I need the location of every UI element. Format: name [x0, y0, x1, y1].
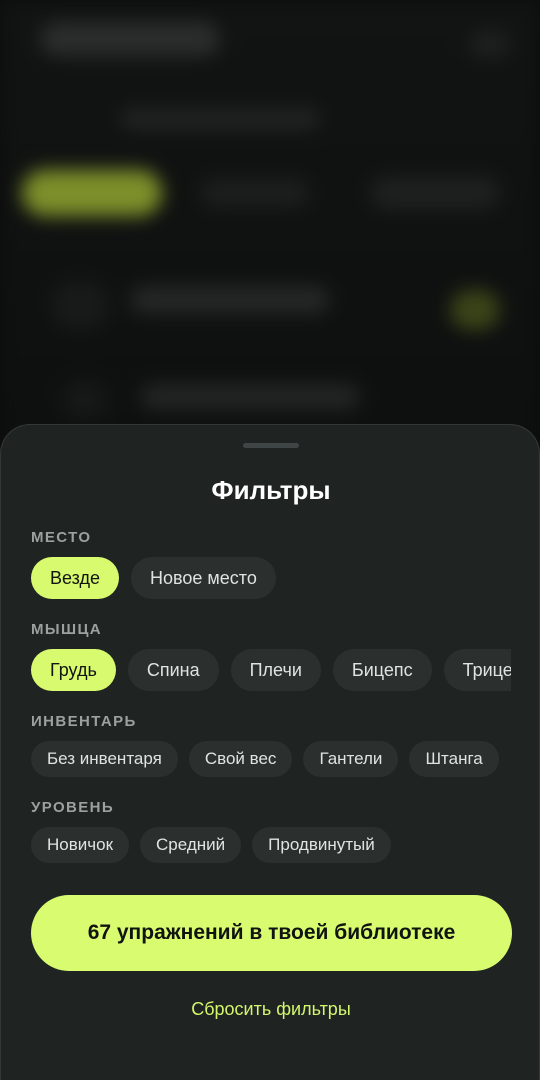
- bg-row-text-placeholder: [140, 384, 360, 410]
- bg-row-text-placeholder: [130, 286, 330, 314]
- chip-muscle-biceps[interactable]: Бицепс: [332, 649, 432, 691]
- bg-thumb-placeholder: [50, 280, 110, 330]
- chip-equipment-barbell[interactable]: Штанга: [409, 741, 499, 777]
- bg-tab-placeholder: [200, 178, 310, 208]
- show-exercises-button[interactable]: 67 упражнений в твоей библиотеке: [31, 895, 512, 971]
- chip-muscle-back[interactable]: Спина: [127, 649, 219, 691]
- chip-place-new[interactable]: Новое место: [131, 557, 276, 599]
- bg-row-accent-placeholder: [450, 290, 500, 330]
- section-label-place: МЕСТО: [31, 529, 92, 546]
- chip-equipment-bodyweight[interactable]: Свой вес: [188, 741, 293, 777]
- bg-icon-placeholder: [470, 30, 510, 58]
- bg-tab-placeholder: [370, 176, 500, 210]
- chip-level-intermediate[interactable]: Средний: [140, 827, 242, 863]
- filters-bottom-sheet: Фильтры МЕСТО Везде Новое место МЫШЦА Гр…: [0, 424, 540, 1080]
- chip-equipment-dumbbells[interactable]: Гантели: [303, 741, 399, 777]
- chip-muscle-triceps[interactable]: Трицепс: [443, 649, 511, 691]
- chip-row-level: Новичок Средний Продвинутый: [31, 827, 511, 865]
- bg-header-placeholder: [40, 22, 220, 56]
- section-label-muscle: МЫШЦА: [31, 621, 103, 638]
- section-label-equipment: ИНВЕНТАРЬ: [31, 713, 137, 730]
- bg-search-placeholder: [120, 108, 320, 130]
- chip-row-muscle: Грудь Спина Плечи Бицепс Трицепс: [31, 649, 511, 693]
- chip-level-advanced[interactable]: Продвинутый: [252, 827, 391, 863]
- bg-active-tab-placeholder: [22, 170, 162, 216]
- reset-filters-link[interactable]: Сбросить фильтры: [1, 999, 540, 1020]
- chip-place-anywhere[interactable]: Везде: [31, 557, 119, 599]
- chip-muscle-chest[interactable]: Грудь: [31, 649, 116, 691]
- section-label-level: УРОВЕНЬ: [31, 799, 115, 816]
- chip-level-beginner[interactable]: Новичок: [31, 827, 130, 863]
- chip-row-equipment: Без инвентаря Свой вес Гантели Штанга: [31, 741, 511, 779]
- chip-muscle-shoulders[interactable]: Плечи: [230, 649, 321, 691]
- sheet-drag-handle[interactable]: [243, 443, 299, 448]
- sheet-title: Фильтры: [211, 475, 331, 505]
- chip-equipment-none[interactable]: Без инвентаря: [31, 741, 178, 777]
- bg-thumb-placeholder: [60, 380, 110, 420]
- chip-row-place: Везде Новое место: [31, 557, 511, 601]
